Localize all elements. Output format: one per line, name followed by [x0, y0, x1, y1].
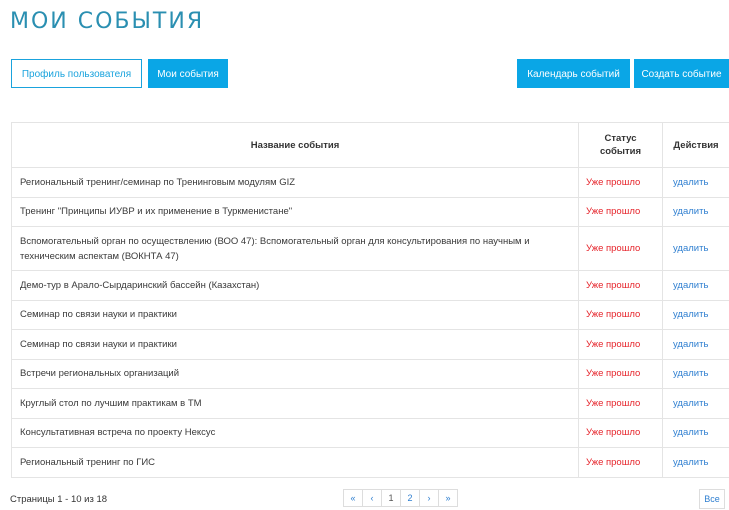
column-header-status: Статус события — [578, 122, 663, 168]
event-name[interactable]: Региональный тренинг/семинар по Тренинго… — [11, 167, 579, 198]
delete-link[interactable]: удалить — [662, 358, 729, 389]
event-status: Уже прошло — [578, 299, 663, 330]
table-row: Тренинг "Принципы ИУВР и их применение в… — [11, 196, 729, 227]
event-name[interactable]: Тренинг "Принципы ИУВР и их применение в… — [11, 196, 579, 227]
event-status: Уже прошло — [578, 447, 663, 478]
table-row: Семинар по связи науки и практики Уже пр… — [11, 329, 729, 360]
table-row: Региональный тренинг по ГИС Уже прошло у… — [11, 447, 729, 478]
event-name[interactable]: Семинар по связи науки и практики — [11, 329, 579, 360]
page-title: МОИ СОБЫТИЯ — [10, 9, 205, 34]
event-name[interactable]: Вспомогательный орган по осуществлению (… — [11, 226, 579, 271]
page-1-button[interactable]: 1 — [381, 489, 401, 507]
page-2-button[interactable]: 2 — [400, 489, 420, 507]
events-table: Название события Статус события Действия… — [11, 122, 729, 478]
event-status: Уже прошло — [578, 358, 663, 389]
delete-link[interactable]: удалить — [662, 226, 729, 271]
table-row: Демо-тур в Арало-Сырдаринский бассейн (К… — [11, 270, 729, 301]
delete-link[interactable]: удалить — [662, 196, 729, 227]
delete-link[interactable]: удалить — [662, 299, 729, 330]
column-header-actions: Действия — [662, 122, 729, 168]
column-header-status-line2: события — [599, 146, 642, 157]
event-name[interactable]: Демо-тур в Арало-Сырдаринский бассейн (К… — [11, 270, 579, 301]
pagination-info: Страницы 1 - 10 из 18 — [10, 494, 108, 505]
table-row: Вспомогательный орган по осуществлению (… — [11, 226, 729, 271]
event-status: Уже прошло — [578, 167, 663, 198]
event-status: Уже прошло — [578, 388, 663, 419]
event-name[interactable]: Консультативная встреча по проекту Нексу… — [11, 417, 579, 448]
calendar-button[interactable]: Календарь событий — [517, 59, 630, 88]
event-status: Уже прошло — [578, 226, 663, 271]
next-page-button[interactable]: › — [419, 489, 439, 507]
column-header-status-line1: Статус — [604, 133, 637, 144]
table-row: Круглый стол по лучшим практикам в ТМ Уж… — [11, 388, 729, 419]
event-name[interactable]: Встречи региональных организаций — [11, 358, 579, 389]
table-header-row: Название события Статус события Действия — [11, 122, 729, 168]
first-page-button[interactable]: « — [343, 489, 363, 507]
table-row: Семинар по связи науки и практики Уже пр… — [11, 299, 729, 330]
my-events-button[interactable]: Мои события — [148, 59, 228, 88]
event-status: Уже прошло — [578, 329, 663, 360]
profile-button[interactable]: Профиль пользователя — [11, 59, 142, 88]
pagination: « ‹ 1 2 › » — [343, 489, 458, 507]
event-name[interactable]: Региональный тренинг по ГИС — [11, 447, 579, 478]
event-status: Уже прошло — [578, 196, 663, 227]
create-event-button[interactable]: Создать событие — [634, 59, 729, 88]
delete-link[interactable]: удалить — [662, 329, 729, 360]
delete-link[interactable]: удалить — [662, 270, 729, 301]
column-header-name: Название события — [11, 122, 579, 168]
event-name[interactable]: Семинар по связи науки и практики — [11, 299, 579, 330]
last-page-button[interactable]: » — [438, 489, 458, 507]
delete-link[interactable]: удалить — [662, 447, 729, 478]
delete-link[interactable]: удалить — [662, 167, 729, 198]
event-status: Уже прошло — [578, 270, 663, 301]
table-row: Региональный тренинг/семинар по Тренинго… — [11, 167, 729, 198]
delete-link[interactable]: удалить — [662, 388, 729, 419]
event-status: Уже прошло — [578, 417, 663, 448]
event-name[interactable]: Круглый стол по лучшим практикам в ТМ — [11, 388, 579, 419]
show-all-button[interactable]: Все — [699, 489, 725, 509]
delete-link[interactable]: удалить — [662, 417, 729, 448]
table-row: Встречи региональных организаций Уже про… — [11, 358, 729, 389]
prev-page-button[interactable]: ‹ — [362, 489, 382, 507]
table-row: Консультативная встреча по проекту Нексу… — [11, 417, 729, 448]
